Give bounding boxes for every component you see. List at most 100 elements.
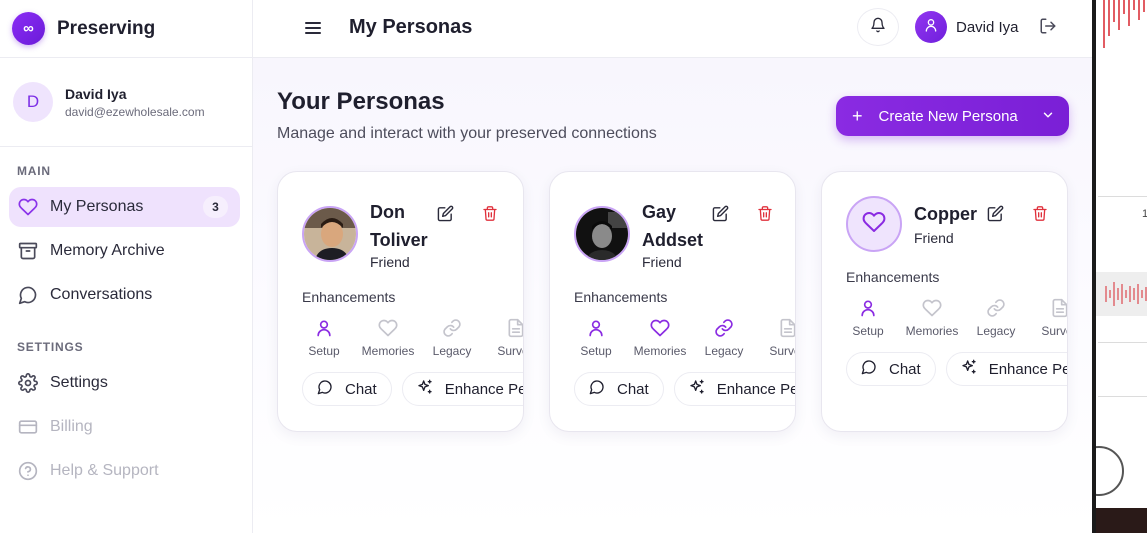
user-avatar: D xyxy=(13,82,53,122)
hamburger-menu-icon[interactable] xyxy=(303,18,323,38)
top-bar: My Personas David Iya xyxy=(253,0,1092,58)
persona-card[interactable]: Don Toliver Friend Enhancements Setup Me… xyxy=(277,171,524,432)
enhancement-setup[interactable]: Setup xyxy=(564,317,628,358)
persona-relationship: Friend xyxy=(370,254,410,270)
persona-photo xyxy=(574,206,630,262)
heart-icon xyxy=(18,197,38,217)
sparkles-icon xyxy=(689,379,705,399)
document-icon xyxy=(778,317,795,339)
enhance-persona-button[interactable]: Enhance Persona xyxy=(401,372,523,406)
divider xyxy=(1098,342,1147,343)
enhancement-survey[interactable]: Survey xyxy=(484,317,523,358)
chat-bubble-icon xyxy=(317,379,333,399)
trash-icon[interactable] xyxy=(482,205,498,223)
main-content: Your Personas Manage and interact with y… xyxy=(253,58,1092,533)
sidebar-item-label: Billing xyxy=(50,418,93,435)
enhancement-label: Legacy xyxy=(976,324,1016,338)
enhancement-label: Survey xyxy=(769,344,795,358)
user-email: david@ezewholesale.com xyxy=(65,104,205,119)
enhancements-row: Setup Memories Legacy Survey xyxy=(836,297,1067,338)
trash-icon[interactable] xyxy=(757,205,773,223)
create-new-persona-button[interactable]: + Create New Persona xyxy=(836,96,1069,136)
user-icon xyxy=(586,317,606,339)
divider xyxy=(1098,396,1147,397)
edit-icon[interactable] xyxy=(437,205,455,223)
persona-name: Copper xyxy=(914,204,977,224)
chat-button[interactable]: Chat xyxy=(574,372,664,406)
user-card[interactable]: D David Iya david@ezewholesale.com xyxy=(0,58,252,147)
persona-card[interactable]: Gay Addset Friend Enhancements Setup Mem… xyxy=(549,171,796,432)
enhancement-legacy[interactable]: Legacy xyxy=(692,317,756,358)
enhancements-label: Enhancements xyxy=(846,269,940,285)
sidebar-item-settings[interactable]: Settings xyxy=(9,363,240,403)
link-icon xyxy=(986,297,1006,319)
header-user-name[interactable]: David Iya xyxy=(956,19,1019,36)
enhancement-label: Memories xyxy=(361,344,415,358)
enhancement-label: Setup xyxy=(580,344,612,358)
chat-bubble-icon xyxy=(861,359,877,379)
trash-icon[interactable] xyxy=(1032,205,1048,223)
enhancement-memories[interactable]: Memories xyxy=(628,317,692,358)
sidebar-item-memory-archive[interactable]: Memory Archive xyxy=(9,231,240,271)
enhance-button-label: Enhance Persona xyxy=(716,380,795,398)
edit-icon[interactable] xyxy=(712,205,730,223)
link-icon xyxy=(442,317,462,339)
header-user-avatar[interactable] xyxy=(915,11,947,43)
thumbnail-strip xyxy=(1096,508,1147,533)
enhance-button-label: Enhance Persona xyxy=(988,360,1067,378)
help-circle-icon xyxy=(18,461,38,481)
enhancement-survey[interactable]: Survey xyxy=(1028,297,1067,338)
enhancement-label: Setup xyxy=(308,344,340,358)
chat-bubble-icon xyxy=(18,285,38,305)
chat-bubble-icon xyxy=(589,379,605,399)
credit-card-icon xyxy=(18,417,38,437)
user-name: David Iya xyxy=(65,85,127,102)
section-subtitle: Manage and interact with your preserved … xyxy=(277,125,657,142)
persona-relationship: Friend xyxy=(914,230,954,246)
enhancement-setup[interactable]: Setup xyxy=(292,317,356,358)
link-icon xyxy=(714,317,734,339)
enhancement-memories[interactable]: Memories xyxy=(356,317,420,358)
chat-button-label: Chat xyxy=(345,380,377,398)
heart-icon xyxy=(378,317,398,339)
enhancement-label: Legacy xyxy=(432,344,472,358)
enhancement-memories[interactable]: Memories xyxy=(900,297,964,338)
card-actions: Chat Enhance Persona xyxy=(846,352,1067,386)
sidebar-item-billing[interactable]: Billing xyxy=(9,407,240,447)
notifications-button[interactable] xyxy=(857,8,899,46)
enhancement-legacy[interactable]: Legacy xyxy=(964,297,1028,338)
chevron-down-icon[interactable] xyxy=(1041,108,1055,126)
sparkles-icon xyxy=(417,379,433,399)
enhancements-label: Enhancements xyxy=(574,289,668,305)
enhancement-label: Survey xyxy=(1041,324,1067,338)
enhancements-row: Setup Memories Legacy Survey xyxy=(292,317,523,358)
sidebar-item-conversations[interactable]: Conversations xyxy=(9,275,240,315)
brand-name: Preserving xyxy=(57,17,156,39)
waveform-graphic xyxy=(1103,0,1145,48)
logout-icon[interactable] xyxy=(1039,17,1059,37)
bell-icon xyxy=(870,17,886,38)
chat-button[interactable]: Chat xyxy=(302,372,392,406)
record-button[interactable] xyxy=(1096,446,1124,496)
enhance-persona-button[interactable]: Enhance Persona xyxy=(945,352,1067,386)
sparkles-icon xyxy=(961,359,977,379)
persona-card[interactable]: Copper Friend Enhancements Setup Memorie… xyxy=(821,171,1068,432)
heart-icon xyxy=(650,317,670,339)
sidebar-item-help-support[interactable]: Help & Support xyxy=(9,451,240,491)
count-badge: 3 xyxy=(203,196,228,218)
section-title: Your Personas xyxy=(277,88,445,115)
heart-icon xyxy=(922,297,942,319)
brand: ∞ Preserving xyxy=(0,0,252,58)
document-icon xyxy=(506,317,523,339)
plus-icon: + xyxy=(852,105,863,126)
enhancement-survey[interactable]: Survey xyxy=(756,317,795,358)
chat-button[interactable]: Chat xyxy=(846,352,936,386)
enhancement-setup[interactable]: Setup xyxy=(836,297,900,338)
enhance-persona-button[interactable]: Enhance Persona xyxy=(673,372,795,406)
edit-icon[interactable] xyxy=(987,205,1005,223)
section-label-settings: SETTINGS xyxy=(17,340,84,354)
enhancement-legacy[interactable]: Legacy xyxy=(420,317,484,358)
sidebar-item-my-personas[interactable]: My Personas 3 xyxy=(9,187,240,227)
sidebar-item-label: My Personas xyxy=(50,198,144,215)
enhancement-label: Legacy xyxy=(704,344,744,358)
